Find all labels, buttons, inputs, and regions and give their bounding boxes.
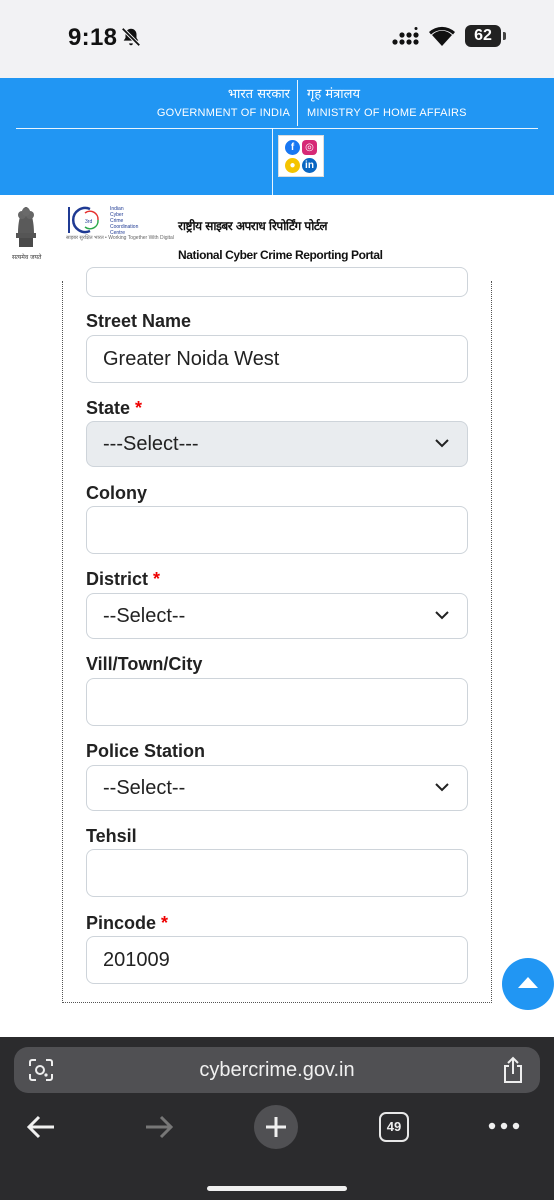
home-indicator[interactable] — [207, 1186, 347, 1191]
gov-left-hindi: भारत सरकार — [227, 87, 290, 102]
browser-nav-row: 49 — [0, 1105, 554, 1155]
gov-header: भारत सरकार GOVERNMENT OF INDIA गृह मंत्र… — [0, 78, 554, 195]
gov-vertical-rule — [272, 128, 273, 195]
linkedin-icon[interactable]: in — [302, 158, 317, 173]
chevron-up-icon — [518, 977, 538, 988]
wifi-icon — [429, 26, 455, 46]
i4c-logo[interactable]: 3rd Indian Cyber Crime Coordination Cent… — [66, 203, 152, 249]
plus-icon — [266, 1117, 286, 1137]
previous-field[interactable] — [86, 267, 468, 297]
cellular-signal-icon — [392, 27, 419, 45]
vill-town-city-input[interactable] — [86, 678, 468, 726]
national-emblem-icon — [16, 207, 36, 247]
battery-indicator: 62 — [465, 25, 501, 47]
police-station-select[interactable]: --Select-- — [86, 765, 468, 811]
status-bar: 9:18 62 — [0, 0, 554, 78]
browser-toolbar: cybercrime.gov.in 49 — [0, 1037, 554, 1200]
bell-muted-icon — [121, 27, 141, 47]
tehsil-input[interactable] — [86, 849, 468, 897]
gov-right-english: MINISTRY OF HOME AFFAIRS — [307, 107, 467, 119]
gov-of-india[interactable]: भारत सरकार GOVERNMENT OF INDIA — [157, 86, 290, 123]
facebook-icon[interactable]: f — [285, 140, 300, 155]
chevron-down-icon — [435, 611, 449, 620]
portal-title-english: National Cyber Crime Reporting Portal — [178, 248, 383, 262]
district-select[interactable]: --Select-- — [86, 593, 468, 639]
state-select[interactable]: ---Select--- — [86, 421, 468, 467]
ministry-home-affairs[interactable]: गृह मंत्रालय MINISTRY OF HOME AFFAIRS — [307, 86, 467, 123]
new-tab-button[interactable] — [254, 1105, 298, 1149]
district-label: District * — [86, 569, 161, 589]
vill-town-city-label: Vill/Town/City — [86, 654, 203, 674]
address-form: Street Name Greater Noida West State * --… — [0, 267, 554, 1037]
social-links: f ◎ ● in — [278, 135, 324, 177]
street-name-label: Street Name — [86, 311, 192, 331]
gov-horizontal-rule — [16, 128, 538, 129]
portal-title-hindi: राष्ट्रीय साइबर अपराध रिपोर्टिंग पोर्टल — [178, 219, 328, 233]
status-time: 9:18 — [68, 24, 118, 51]
state-label: State * — [86, 398, 143, 418]
koo-icon[interactable]: ● — [285, 158, 300, 173]
pincode-label: Pincode * — [86, 913, 169, 933]
police-station-label: Police Station — [86, 741, 206, 761]
gov-left-english: GOVERNMENT OF INDIA — [156, 107, 290, 119]
tehsil-label: Tehsil — [86, 826, 137, 846]
gov-right-hindi: गृह मंत्रालय — [307, 87, 361, 102]
url-text: cybercrime.gov.in — [199, 1059, 355, 1081]
chevron-down-icon — [435, 783, 449, 792]
address-bar[interactable]: cybercrime.gov.in — [14, 1047, 540, 1093]
tab-switcher-button[interactable]: 49 — [379, 1112, 409, 1142]
i4c-tagline: साइबर सुरक्षित भारत • Working Together W… — [66, 235, 174, 241]
colony-label: Colony — [86, 483, 147, 503]
required-marker: * — [161, 913, 169, 933]
share-icon[interactable] — [502, 1056, 524, 1084]
i4c-anniversary: 3rd — [85, 219, 92, 225]
more-options-icon[interactable] — [488, 1121, 520, 1131]
required-marker: * — [153, 569, 161, 589]
emblem-caption: सत्यमेव जयते — [12, 254, 42, 261]
scroll-to-top-button[interactable] — [502, 958, 554, 1010]
battery-nub — [503, 32, 506, 40]
required-marker: * — [135, 398, 143, 418]
back-arrow-icon[interactable] — [26, 1115, 56, 1139]
chevron-down-icon — [435, 439, 449, 448]
gov-divider — [297, 80, 298, 126]
forward-arrow-icon[interactable] — [144, 1115, 174, 1139]
pincode-input[interactable]: 201009 — [86, 936, 468, 984]
colony-input[interactable] — [86, 506, 468, 554]
instagram-icon[interactable]: ◎ — [302, 140, 317, 155]
street-name-input[interactable]: Greater Noida West — [86, 335, 468, 383]
